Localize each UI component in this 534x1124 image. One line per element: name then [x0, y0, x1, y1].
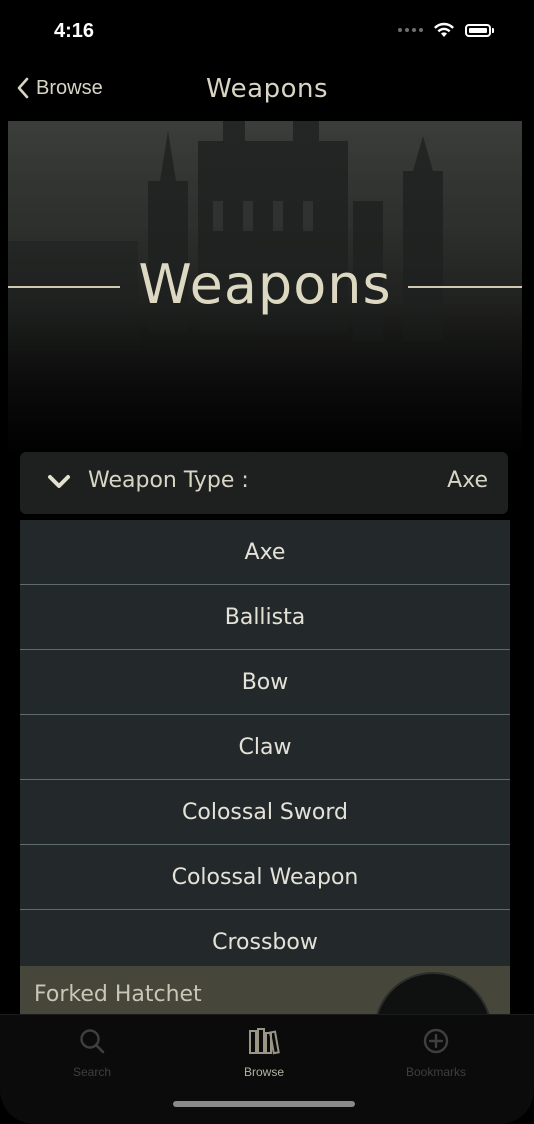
- weapon-type-dropdown[interactable]: Weapon Type : Axe: [20, 452, 508, 514]
- status-icons: [398, 22, 494, 38]
- hero-title: Weapons: [138, 253, 392, 316]
- hero-divider-right: [408, 286, 522, 288]
- home-indicator[interactable]: [173, 1101, 355, 1107]
- dropdown-selected-value: Axe: [447, 468, 488, 493]
- weapon-name: Forked Hatchet: [34, 982, 202, 1007]
- weapon-thumbnail: [374, 972, 492, 1016]
- app-screen: 4:16 Browse Weapons Weapons Weapon Type …: [0, 0, 534, 1124]
- status-bar: 4:16: [0, 0, 534, 64]
- weapon-type-options-list[interactable]: Axe Ballista Bow Claw Colossal Sword Col…: [20, 520, 510, 966]
- option-bow[interactable]: Bow: [20, 650, 510, 715]
- status-time: 4:16: [54, 20, 95, 42]
- add-circle-icon: [423, 1028, 449, 1054]
- option-colossal-weapon[interactable]: Colossal Weapon: [20, 845, 510, 910]
- dropdown-label: Weapon Type :: [88, 468, 249, 493]
- tab-search-label: Search: [72, 1065, 112, 1079]
- option-axe[interactable]: Axe: [20, 520, 510, 585]
- nav-title: Weapons: [205, 74, 329, 104]
- tab-bookmarks-label: Bookmarks: [405, 1065, 467, 1079]
- battery-icon: [465, 23, 494, 37]
- tab-browse[interactable]: Browse: [204, 1027, 324, 1079]
- hero-banner: Weapons: [8, 121, 522, 451]
- option-crossbow[interactable]: Crossbow: [20, 910, 510, 966]
- option-ballista[interactable]: Ballista: [20, 585, 510, 650]
- navigation-bar: Browse Weapons: [0, 64, 534, 120]
- tab-bar: Search Browse Bookmarks: [0, 1014, 534, 1124]
- chevron-down-icon: [48, 475, 70, 488]
- books-icon: [249, 1028, 280, 1055]
- weapon-list-item[interactable]: Forked Hatchet: [20, 966, 510, 1016]
- option-claw[interactable]: Claw: [20, 715, 510, 780]
- search-icon: [80, 1029, 105, 1054]
- cellular-signal-icon: [398, 28, 423, 32]
- tab-browse-label: Browse: [243, 1065, 284, 1079]
- tab-search[interactable]: Search: [32, 1027, 152, 1079]
- option-colossal-sword[interactable]: Colossal Sword: [20, 780, 510, 845]
- tab-bookmarks[interactable]: Bookmarks: [376, 1027, 496, 1079]
- wifi-icon: [434, 22, 454, 37]
